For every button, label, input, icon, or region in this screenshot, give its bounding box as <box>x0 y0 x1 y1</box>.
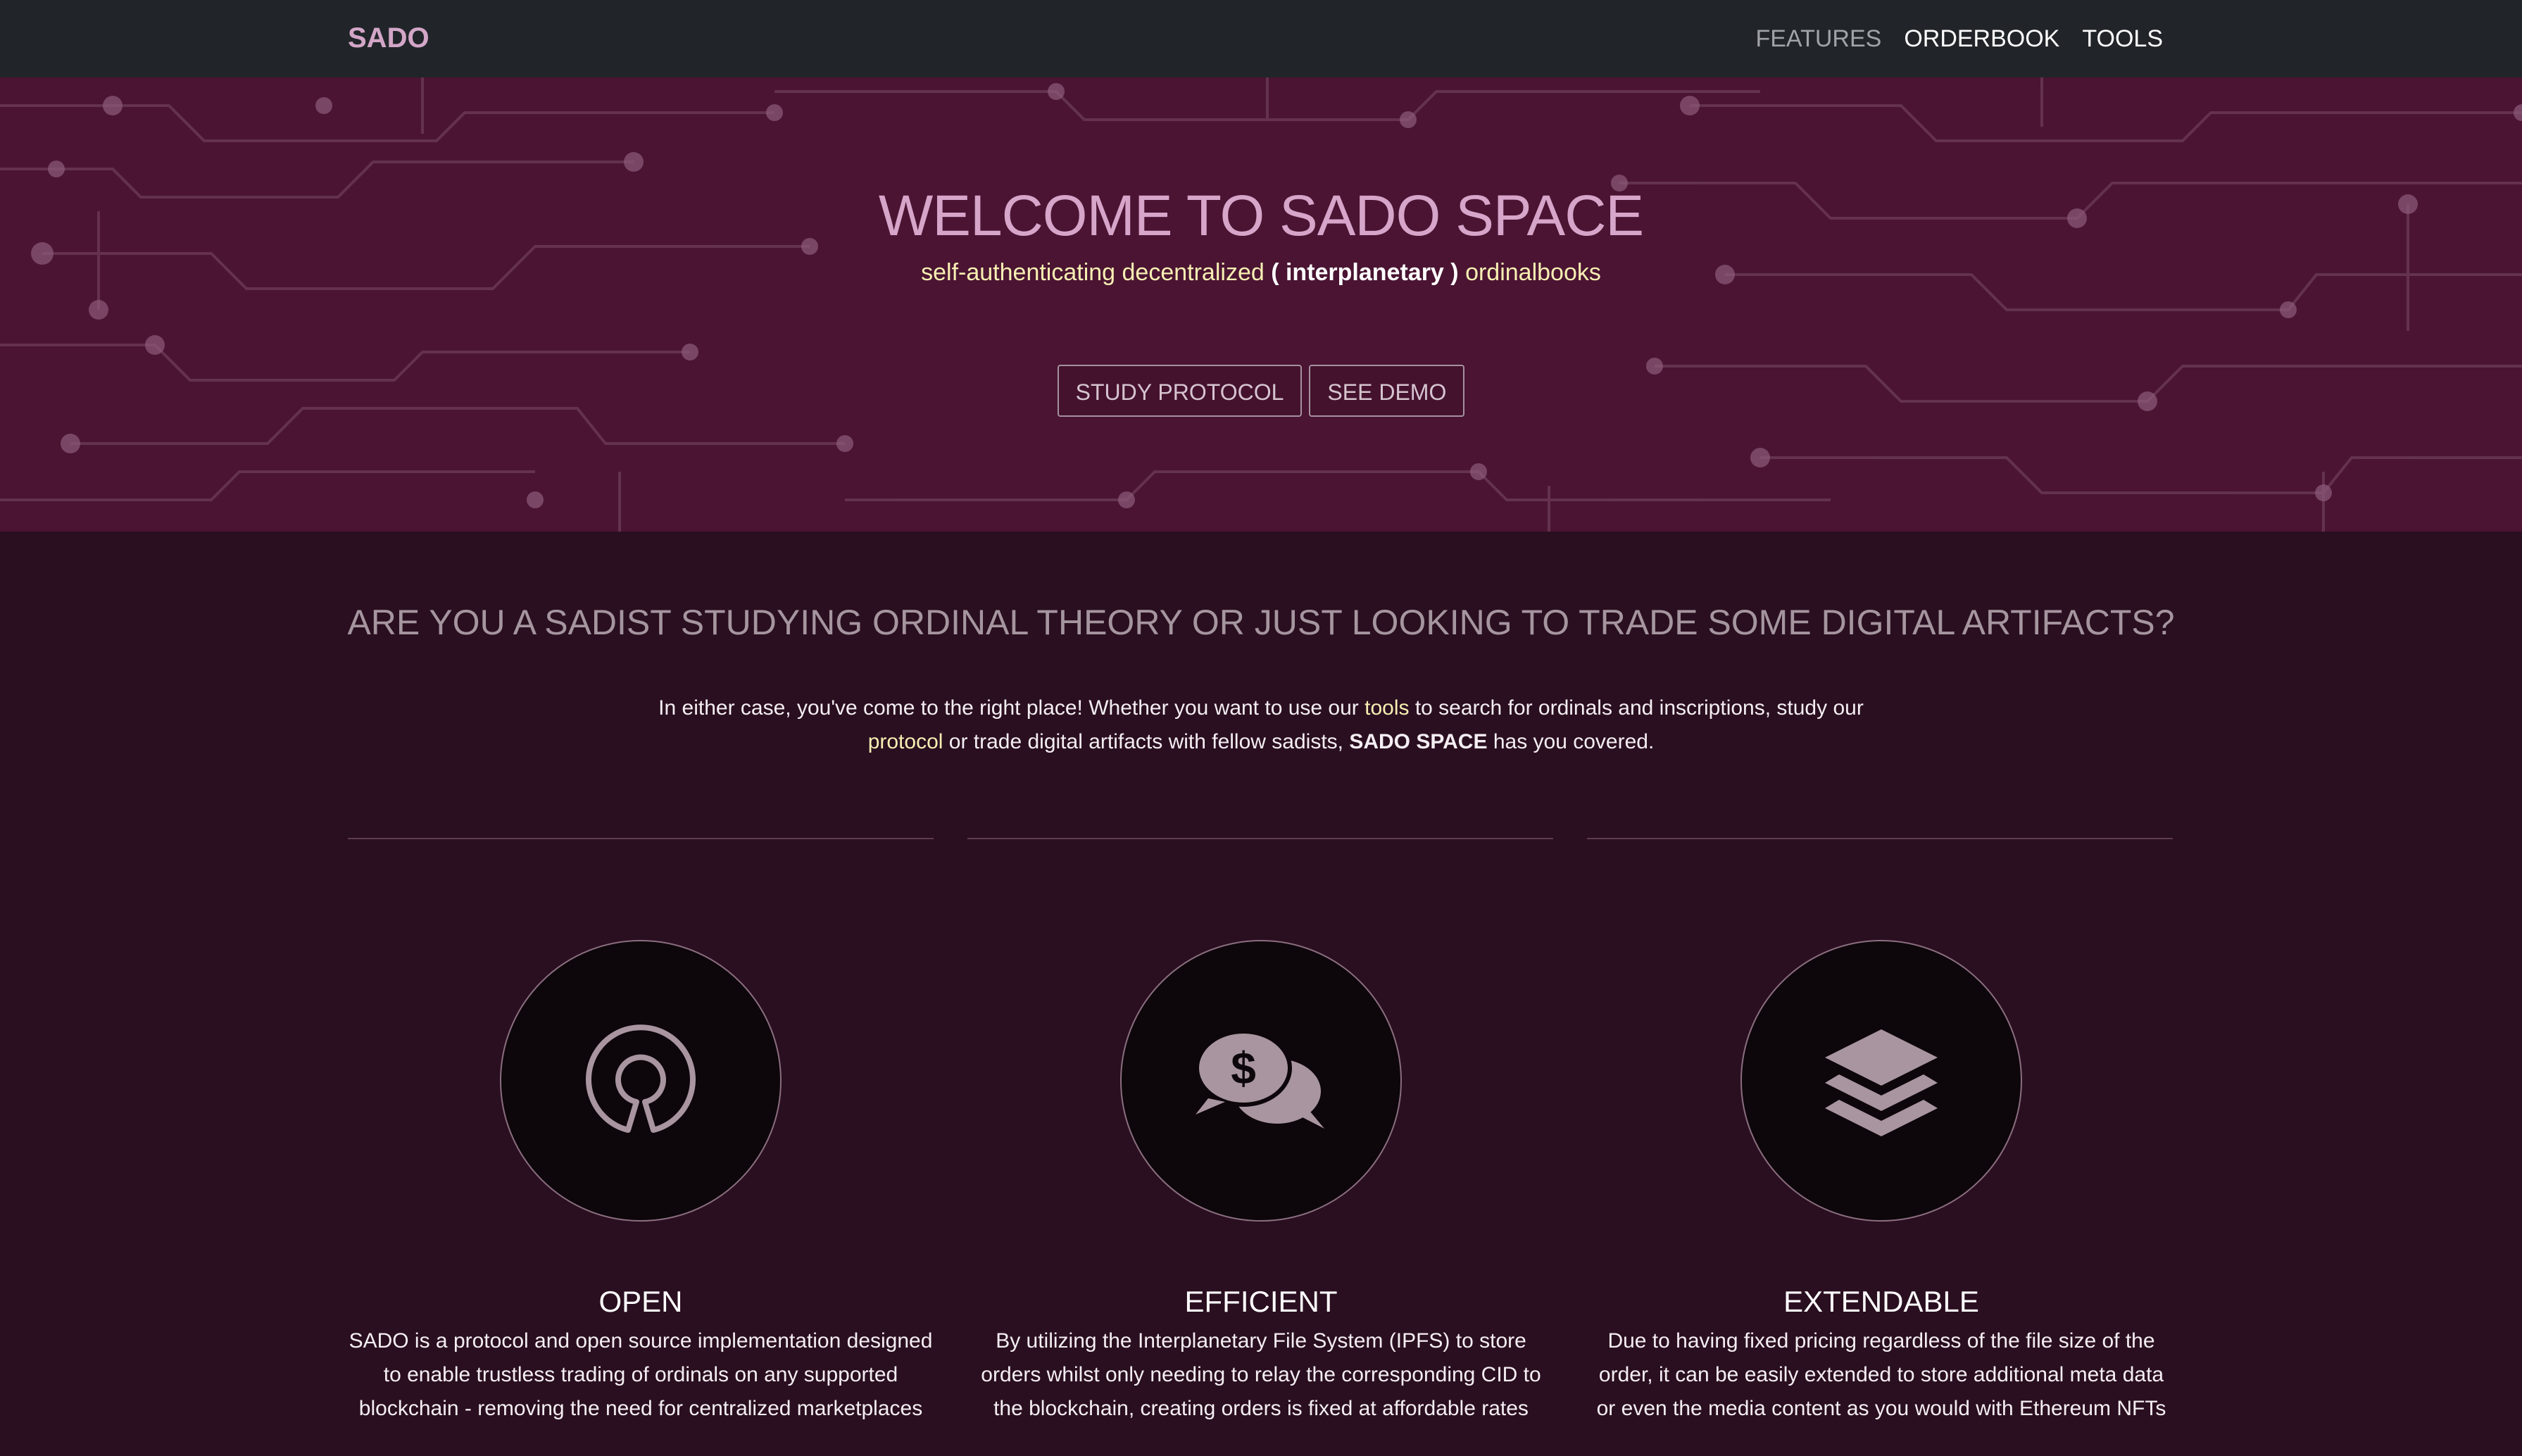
nav-links: FEATURES ORDERBOOK TOOLS <box>1755 25 2163 53</box>
feature-title: OPEN <box>598 1285 683 1318</box>
intro-text-3: or trade digital artifacts with fellow s… <box>943 730 1350 753</box>
hero-buttons: STUDY PROTOCOL SEE DEMO <box>0 365 2522 417</box>
divider-3 <box>1587 838 2173 839</box>
intro-text-4: has you covered. <box>1487 730 1655 753</box>
nav-link-tools[interactable]: TOOLS <box>2082 25 2163 53</box>
feature-title: EFFICIENT <box>1184 1285 1338 1318</box>
feature-text: By utilizing the Interplanetary File Sys… <box>981 1329 1541 1420</box>
feature-icon-circle <box>500 940 782 1222</box>
nav-link-features[interactable]: FEATURES <box>1755 25 1881 53</box>
hero-subtitle-part1: self-authenticating decentralized <box>921 259 1265 286</box>
feature-icon-circle <box>1740 940 2022 1222</box>
feature-open: OPEN SADO is a protocol and open source … <box>349 940 933 1426</box>
hero-subtitle-part3: ordinalbooks <box>1465 259 1601 286</box>
intro-text-2: to search for ordinals and inscriptions,… <box>1409 696 1864 720</box>
intro-paragraph: In either case, you've come to the right… <box>634 691 1888 759</box>
circuit-background <box>0 77 2522 532</box>
feature-text: SADO is a protocol and open source imple… <box>349 1329 933 1420</box>
intro-text-1: In either case, you've come to the right… <box>658 696 1365 720</box>
hero-subtitle: self-authenticating decentralized ( inte… <box>0 259 2522 287</box>
brand-logo[interactable]: SADO <box>348 23 429 54</box>
study-protocol-button[interactable]: STUDY PROTOCOL <box>1057 365 1303 417</box>
protocol-link[interactable]: protocol <box>868 730 943 753</box>
feature-icon-circle: $ <box>1120 940 1402 1222</box>
intro-brand: SADO SPACE <box>1349 730 1488 753</box>
feature-title: EXTENDABLE <box>1783 1285 1979 1318</box>
hero-subtitle-part2: ( interplanetary ) <box>1271 259 1459 286</box>
divider-2 <box>967 838 1553 839</box>
dollar-chat-icon: $ <box>1195 1029 1324 1129</box>
layers-icon <box>1825 1029 1938 1136</box>
see-demo-button[interactable]: SEE DEMO <box>1309 365 1465 417</box>
hero-banner: WELCOME TO SADO SPACE self-authenticatin… <box>0 77 2522 532</box>
navbar: SADO FEATURES ORDERBOOK TOOLS <box>0 0 2522 77</box>
hero-title: WELCOME TO SADO SPACE <box>878 184 1644 248</box>
open-source-icon <box>586 1024 696 1133</box>
divider-1 <box>348 838 934 839</box>
feature-extendable: EXTENDABLE Due to having fixed pricing r… <box>1589 940 2173 1426</box>
tools-link[interactable]: tools <box>1364 696 1409 720</box>
intro-heading: ARE YOU A SADIST STUDYING ORDINAL THEORY… <box>347 603 2175 642</box>
svg-text:$: $ <box>1231 1043 1256 1093</box>
feature-text: Due to having fixed pricing regardless o… <box>1596 1329 2166 1420</box>
nav-link-orderbook[interactable]: ORDERBOOK <box>1904 25 2059 53</box>
feature-efficient: $ EFFICIENT By utilizing the Interplanet… <box>969 940 1553 1426</box>
